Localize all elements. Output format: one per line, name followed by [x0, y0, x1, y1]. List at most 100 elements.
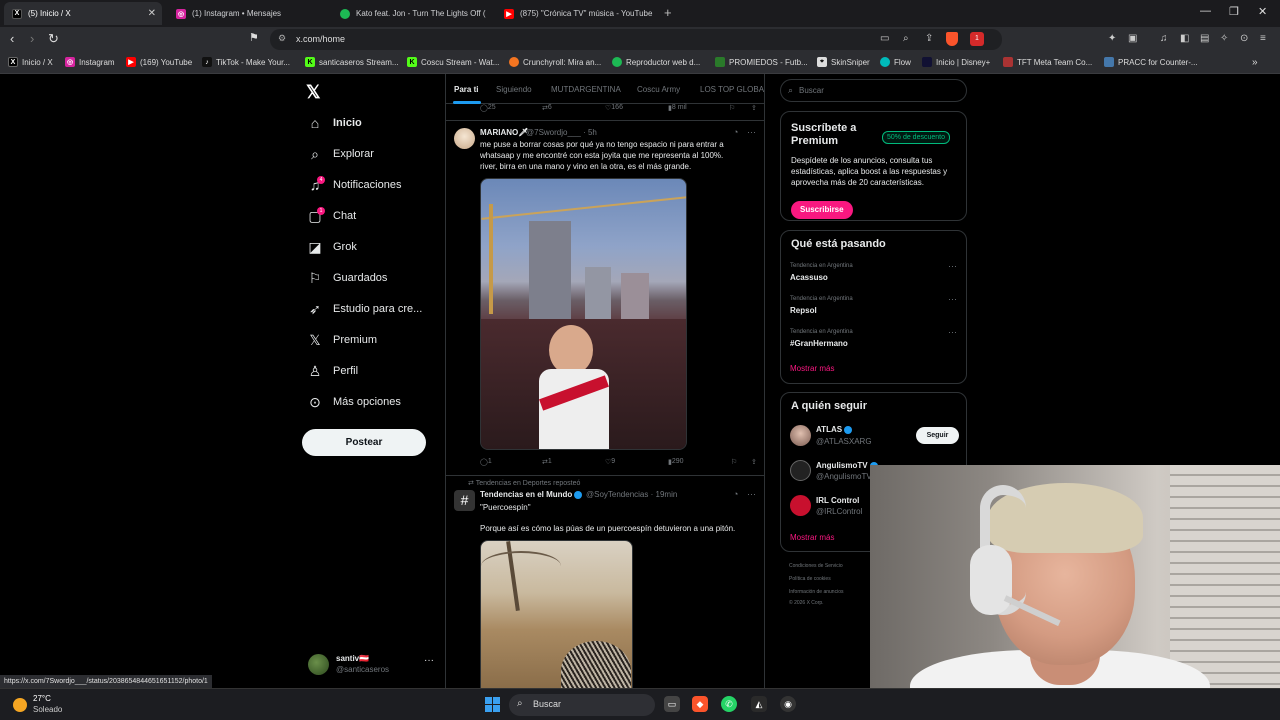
subscribe-button[interactable]: Suscribirse	[791, 201, 853, 219]
nav-notifications[interactable]: ♫ 4 Notificaciones	[307, 174, 401, 196]
bookmark-item[interactable]: ⌖ SkinSniper	[817, 57, 870, 67]
bookmark-item[interactable]: PRACC for Counter-...	[1104, 57, 1198, 67]
close-window-icon[interactable]: ✕	[1258, 5, 1267, 18]
nav-chat[interactable]: ▢ 1 Chat	[307, 205, 356, 227]
whatsapp-icon[interactable]: ✆	[721, 696, 737, 712]
weather-temperature[interactable]: 27°C	[33, 694, 51, 703]
search-input[interactable]: ⌕ Buscar	[780, 79, 967, 102]
show-more-link[interactable]: Mostrar más	[790, 364, 834, 373]
nav-premium[interactable]: 𝕏 Premium	[307, 329, 377, 351]
bookmark-item[interactable]: ▶ (169) YouTube	[126, 57, 192, 67]
reload-icon[interactable]: ↻	[48, 31, 59, 47]
avatar[interactable]	[790, 460, 811, 481]
tab-following[interactable]: Siguiendo	[496, 85, 532, 94]
more-icon[interactable]: ···	[747, 489, 756, 499]
bookmark-item[interactable]: Crunchyroll: Mira an...	[509, 57, 601, 67]
post-photo[interactable]	[480, 178, 687, 450]
like-button[interactable]: ♡ 9	[605, 458, 615, 466]
menu-icon[interactable]: ≡	[1260, 33, 1266, 44]
nav-more[interactable]: ⊙ Más opciones	[307, 391, 401, 413]
nav-creator-studio[interactable]: ➶ Estudio para cre...	[307, 298, 422, 320]
post-handle[interactable]: @SoyTendencias	[586, 490, 648, 499]
more-icon[interactable]: ···	[948, 261, 957, 271]
maximize-icon[interactable]: ❐	[1229, 5, 1239, 18]
account-switcher[interactable]: santiv🇦🇹 @santicaseros ···	[308, 652, 438, 678]
obs-icon[interactable]: ◉	[780, 696, 796, 712]
tab-coscu-army[interactable]: Coscu Army	[637, 85, 680, 94]
tab-los-top-global[interactable]: LOS TOP GLOBAL	[700, 85, 764, 94]
more-icon[interactable]: ···	[948, 294, 957, 304]
grok-icon[interactable]: ◔	[733, 489, 738, 499]
nav-bookmarks[interactable]: ⚐ Guardados	[307, 267, 388, 289]
bookmark-page-icon[interactable]: ⚑	[249, 31, 259, 44]
show-more-link[interactable]: Mostrar más	[790, 533, 834, 542]
bookmark-item[interactable]: ◎ Instagram	[65, 57, 115, 67]
wallet-icon[interactable]: ▤	[1200, 33, 1209, 44]
more-icon[interactable]: ···	[747, 127, 756, 137]
bookmark-item[interactable]: ♪ TikTok - Make Your...	[202, 57, 290, 67]
share-icon[interactable]: ⇪	[751, 458, 757, 466]
brave-shields-icon[interactable]	[946, 32, 958, 46]
tab-youtube[interactable]: ▶ (875) "Crónica TV" música - YouTube	[496, 2, 656, 25]
reply-button[interactable]: ◯ 25	[480, 104, 496, 112]
bookmark-item[interactable]: Inicio | Disney+	[922, 57, 990, 67]
x-logo-icon[interactable]: 𝕏	[306, 82, 321, 103]
url-bar[interactable]: ⚙ x.com/home	[270, 29, 1002, 50]
bookmark-item[interactable]: TFT Meta Team Co...	[1003, 57, 1092, 67]
footer-link[interactable]: Política de cookies	[789, 576, 831, 582]
forward-icon[interactable]: ›	[30, 31, 34, 46]
tab-instagram[interactable]: ◎ (1) Instagram • Mensajes	[168, 2, 328, 25]
avatar[interactable]	[790, 495, 811, 516]
nav-home[interactable]: ⌂ Inicio	[307, 112, 362, 134]
site-info-icon[interactable]: ⚙	[278, 33, 286, 44]
hashtag-avatar-icon[interactable]: #	[454, 490, 475, 511]
post-author-name[interactable]: MARIANO🗡	[480, 128, 528, 137]
more-icon[interactable]: ···	[948, 327, 957, 337]
nav-explore[interactable]: ⌕ Explorar	[307, 143, 374, 165]
new-tab-icon[interactable]: +	[664, 5, 672, 20]
post-handle[interactable]: @7Swordjo___	[526, 128, 581, 137]
tab-x-home[interactable]: X (5) Inicio / X ✕	[4, 2, 162, 25]
sidebar-icon[interactable]: ◧	[1180, 33, 1189, 44]
media-icon[interactable]: ♫	[1160, 33, 1168, 44]
bookmark-icon[interactable]: ⚐	[731, 458, 737, 466]
post-time[interactable]: · 5h	[583, 128, 597, 137]
footer-link[interactable]: Condiciones de Servicio	[789, 563, 843, 569]
repost-button[interactable]: ⇄ 6	[542, 104, 552, 112]
repost-button[interactable]: ⇄ 1	[542, 458, 552, 466]
weather-condition[interactable]: Soleado	[33, 705, 62, 714]
bookmark-item[interactable]: K Coscu Stream - Wat...	[407, 57, 499, 67]
tab-for-you[interactable]: Para ti	[454, 85, 478, 94]
bookmark-item[interactable]: PROMIEDOS - Futb...	[715, 57, 808, 67]
bookmark-item[interactable]: Flow	[880, 57, 911, 67]
more-icon[interactable]: ···	[424, 655, 434, 666]
bookmarks-overflow-icon[interactable]: »	[1252, 57, 1258, 68]
vpn-icon[interactable]: ⊙	[1240, 33, 1248, 44]
avatar[interactable]	[790, 425, 811, 446]
avatar[interactable]	[454, 128, 475, 149]
grok-icon[interactable]: ◔	[733, 127, 738, 137]
post-photo[interactable]	[480, 540, 633, 688]
post-button[interactable]: Postear	[302, 429, 426, 456]
share-icon[interactable]: ⇪	[751, 104, 757, 112]
post-time[interactable]: · 19min	[651, 490, 678, 499]
sun-icon[interactable]	[13, 698, 27, 712]
bookmark-item[interactable]: X Inicio / X	[8, 57, 53, 67]
cast-icon[interactable]: ▭	[880, 33, 889, 44]
repost-context-text[interactable]: Tendencias en Deportes reposteó	[476, 480, 581, 487]
close-tab-icon[interactable]: ✕	[148, 8, 156, 19]
back-icon[interactable]: ‹	[10, 31, 14, 46]
extensions-icon[interactable]: ✦	[1108, 33, 1116, 44]
tab-mutdargentina[interactable]: MUTDARGENTINA	[551, 85, 621, 94]
footer-link[interactable]: Información de anuncios	[789, 589, 843, 595]
reply-button[interactable]: ◯ 1	[480, 458, 492, 466]
nav-profile[interactable]: ♙ Perfil	[307, 360, 358, 382]
wallet-icon[interactable]: ▣	[1128, 33, 1137, 44]
tab-spotify[interactable]: Kato feat. Jon - Turn The Lights Off (	[332, 2, 492, 25]
task-view-icon[interactable]: ▭	[664, 696, 680, 712]
share-icon[interactable]: ⇪	[925, 33, 933, 44]
minimize-icon[interactable]: —	[1200, 5, 1211, 17]
leo-icon[interactable]: ✧	[1220, 33, 1228, 44]
taskbar-search[interactable]: ⌕ Buscar	[509, 694, 655, 716]
windows-start-icon[interactable]	[485, 697, 500, 712]
